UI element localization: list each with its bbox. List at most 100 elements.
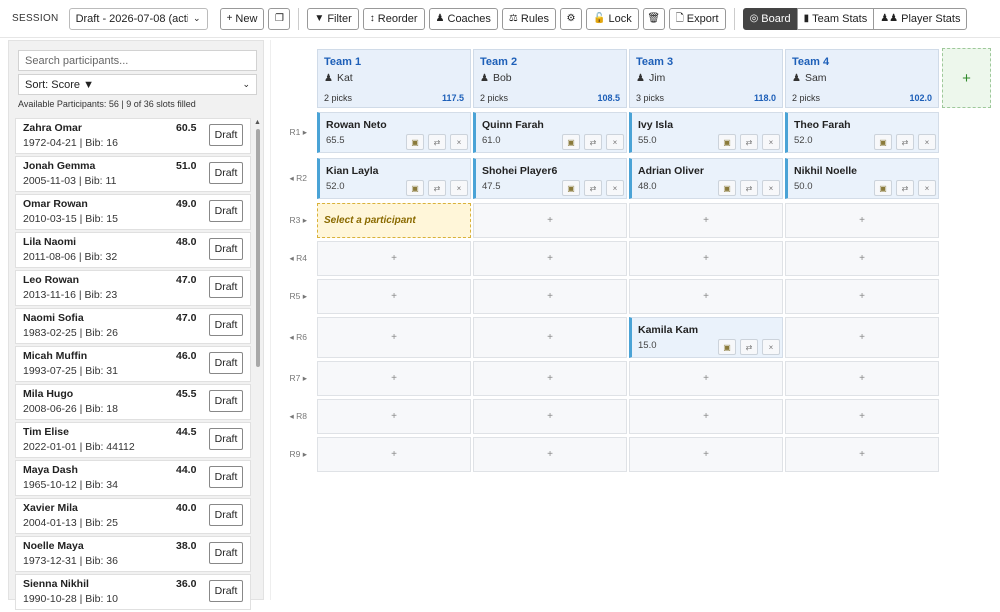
empty-slot[interactable]: + [629,279,783,314]
empty-slot[interactable]: + [473,279,627,314]
select-participant-slot[interactable]: Select a participant [317,203,471,238]
pick-card[interactable]: Shohei Player6 47.5 ▣ ⇄ × [473,158,627,199]
round-label[interactable]: R1 ▸ [277,127,307,138]
remove-button[interactable]: × [762,339,780,355]
swap-button[interactable]: ⇄ [740,339,758,355]
remove-button[interactable]: × [606,134,624,150]
lock-button[interactable]: ▣ [562,134,580,150]
pick-card[interactable]: Rowan Neto 65.5 ▣ ⇄ × [317,112,471,153]
settings-button[interactable]: ⚙ [560,7,583,30]
pick-card[interactable]: Quinn Farah 61.0 ▣ ⇄ × [473,112,627,153]
swap-button[interactable]: ⇄ [896,180,914,196]
round-label[interactable]: ◂ R6 [277,332,307,343]
swap-button[interactable]: ⇄ [740,134,758,150]
remove-button[interactable]: × [450,180,468,196]
add-team-button[interactable]: + [942,48,991,108]
pick-card[interactable]: Kian Layla 52.0 ▣ ⇄ × [317,158,471,199]
lock-button[interactable]: ▣ [406,134,424,150]
swap-button[interactable]: ⇄ [428,180,446,196]
empty-slot[interactable]: + [785,203,939,238]
swap-button[interactable]: ⇄ [740,180,758,196]
rules-button[interactable]: ⚖ Rules [501,7,557,30]
team-header[interactable]: Team 3 ♟ Jim 3 picks 118.0 [629,49,783,108]
remove-button[interactable]: × [918,134,936,150]
round-label[interactable]: R5 ▸ [277,291,307,302]
export-button[interactable]: 🗋 Export [668,7,726,30]
draft-button[interactable]: Draft [209,428,243,450]
session-select[interactable]: Draft - 2026-07-08 (active) ⌄ [68,7,208,30]
pick-card[interactable]: Theo Farah 52.0 ▣ ⇄ × [785,112,939,153]
lock-button[interactable]: 🔓 Lock [586,7,639,30]
empty-slot[interactable]: + [317,437,471,472]
coaches-button[interactable]: ♟ Coaches [428,7,498,30]
pick-card[interactable]: Ivy Isla 55.0 ▣ ⇄ × [629,112,783,153]
empty-slot[interactable]: + [473,437,627,472]
reorder-button[interactable]: ↕ Reorder [362,7,425,30]
empty-slot[interactable]: + [473,203,627,238]
lock-button[interactable]: ▣ [406,180,424,196]
draft-button[interactable]: Draft [209,580,243,602]
pick-card[interactable]: Adrian Oliver 48.0 ▣ ⇄ × [629,158,783,199]
empty-slot[interactable]: + [473,241,627,276]
draft-button[interactable]: Draft [209,276,243,298]
empty-slot[interactable]: + [473,317,627,358]
pick-card[interactable]: Nikhil Noelle 50.0 ▣ ⇄ × [785,158,939,199]
copy-session-button[interactable]: ❐ [268,7,291,30]
empty-slot[interactable]: + [629,361,783,396]
swap-button[interactable]: ⇄ [584,134,602,150]
empty-slot[interactable]: + [473,361,627,396]
remove-button[interactable]: × [450,134,468,150]
empty-slot[interactable]: + [317,317,471,358]
swap-button[interactable]: ⇄ [428,134,446,150]
empty-slot[interactable]: + [317,279,471,314]
draft-button[interactable]: Draft [209,124,243,146]
empty-slot[interactable]: + [317,241,471,276]
lock-button[interactable]: ▣ [874,134,892,150]
swap-button[interactable]: ⇄ [896,134,914,150]
draft-button[interactable]: Draft [209,314,243,336]
lock-button[interactable]: ▣ [718,339,736,355]
new-session-button[interactable]: + New [219,7,265,30]
sort-select[interactable]: Sort: Score ▼ ⌄ [18,74,257,95]
round-label[interactable]: ◂ R2 [277,173,307,184]
team-stats-button[interactable]: ▮ Team Stats [796,7,875,30]
search-input[interactable] [18,50,257,71]
scroll-up-icon[interactable]: ▲ [254,119,261,126]
pick-card[interactable]: Kamila Kam 15.0 ▣ ⇄ × [629,317,783,358]
scrollbar[interactable]: ▲ [254,119,262,601]
empty-slot[interactable]: + [629,241,783,276]
empty-slot[interactable]: + [785,361,939,396]
lock-button[interactable]: ▣ [562,180,580,196]
remove-button[interactable]: × [762,134,780,150]
draft-button[interactable]: Draft [209,352,243,374]
team-header[interactable]: Team 4 ♟ Sam 2 picks 102.0 [785,49,939,108]
empty-slot[interactable]: + [317,399,471,434]
remove-button[interactable]: × [606,180,624,196]
draft-button[interactable]: Draft [209,200,243,222]
round-label[interactable]: ◂ R4 [277,253,307,264]
team-header[interactable]: Team 2 ♟ Bob 2 picks 108.5 [473,49,627,108]
empty-slot[interactable]: + [317,361,471,396]
round-label[interactable]: R3 ▸ [277,215,307,226]
empty-slot[interactable]: + [785,437,939,472]
draft-button[interactable]: Draft [209,504,243,526]
round-label[interactable]: R9 ▸ [277,449,307,460]
empty-slot[interactable]: + [629,437,783,472]
draft-button[interactable]: Draft [209,390,243,412]
scrollbar-thumb[interactable] [256,129,260,367]
round-label[interactable]: ◂ R8 [277,411,307,422]
lock-button[interactable]: ▣ [874,180,892,196]
team-header[interactable]: Team 1 ♟ Kat 2 picks 117.5 [317,49,471,108]
empty-slot[interactable]: + [785,399,939,434]
empty-slot[interactable]: + [629,203,783,238]
draft-button[interactable]: Draft [209,162,243,184]
board-view-button[interactable]: ◎ Board [742,7,798,30]
empty-slot[interactable]: + [473,399,627,434]
swap-button[interactable]: ⇄ [584,180,602,196]
empty-slot[interactable]: + [629,399,783,434]
draft-button[interactable]: Draft [209,238,243,260]
round-label[interactable]: R7 ▸ [277,373,307,384]
player-stats-button[interactable]: ♟♟ Player Stats [873,7,968,30]
draft-button[interactable]: Draft [209,466,243,488]
empty-slot[interactable]: + [785,317,939,358]
